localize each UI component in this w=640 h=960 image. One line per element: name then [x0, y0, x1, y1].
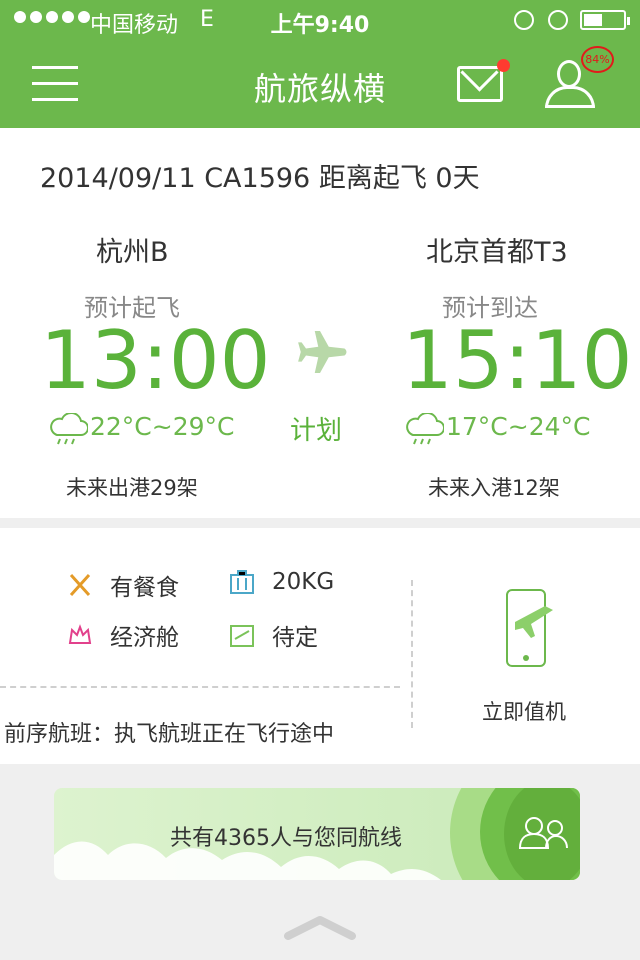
- rain-cloud-icon: [48, 411, 89, 445]
- previous-flight-status: 前序航班：执飞航班正在飞行途中: [4, 722, 335, 747]
- flight-status: 计划: [290, 416, 343, 446]
- baggage-allowance: 20KG: [272, 569, 335, 595]
- flight-summary: 2014/09/11 CA1596 距离起飞 0天: [40, 163, 480, 194]
- arrival-temperature: 17°C~24°C: [446, 412, 591, 441]
- departure-time: 13:00: [40, 314, 271, 407]
- cabin-info: 经济舱: [66, 618, 179, 652]
- app-title: 航旅纵横: [253, 70, 386, 108]
- arrival-city: 北京首都T3: [426, 237, 568, 268]
- same-route-banner[interactable]: 共有4365人与您同航线: [54, 788, 580, 880]
- baggage-info: 20KG: [228, 568, 334, 596]
- arrival-time: 15:10: [402, 314, 633, 407]
- checkin-status-info: 待定: [228, 618, 318, 652]
- mobile-checkin-icon[interactable]: [505, 588, 553, 670]
- vertical-divider: [411, 580, 413, 728]
- profile-progress-badge: 84%: [581, 46, 614, 73]
- service-info-card: 有餐食 20KG 经济舱 待定 前序航班：执飞航班正在飞行途中 立即值机: [0, 528, 640, 764]
- status-time: 上午9:40: [270, 13, 370, 38]
- departure-temperature: 22°C~29°C: [90, 412, 235, 441]
- departure-traffic: 未来出港29架: [66, 476, 198, 500]
- airplane-icon: [298, 331, 347, 373]
- alarm-icon: [548, 10, 568, 30]
- flight-card: 2014/09/11 CA1596 距离起飞 0天 杭州B 北京首都T3 预计起…: [0, 128, 640, 518]
- arrival-traffic: 未来入港12架: [428, 476, 560, 500]
- checkin-status: 待定: [272, 625, 318, 651]
- horizontal-divider: [0, 686, 400, 688]
- chevron-up-icon[interactable]: [284, 914, 356, 940]
- arrival-weather: 17°C~24°C: [404, 411, 591, 445]
- boarding-icon: [230, 625, 254, 647]
- rotation-lock-icon: [514, 10, 534, 30]
- people-icon: [518, 817, 568, 849]
- rain-cloud-icon: [404, 411, 445, 445]
- luggage-icon: [230, 570, 254, 594]
- cabin-class: 经济舱: [110, 625, 179, 651]
- departure-city: 杭州B: [96, 237, 169, 268]
- checkin-button[interactable]: 立即值机: [482, 696, 566, 726]
- departure-weather: 22°C~29°C: [48, 411, 235, 445]
- battery-icon: [580, 10, 630, 30]
- top-header: 中国移动 E 上午9:40 航旅纵横 84%: [0, 0, 640, 128]
- crown-icon: [68, 624, 92, 644]
- mail-icon[interactable]: [457, 66, 503, 102]
- meal-label: 有餐食: [110, 575, 179, 601]
- status-bar: 中国移动 E 上午9:40: [0, 0, 640, 40]
- notification-dot: [497, 59, 510, 72]
- meal-info: 有餐食: [66, 568, 179, 602]
- utensils-icon: [69, 573, 91, 597]
- same-route-count: 共有4365人与您同航线: [170, 826, 402, 851]
